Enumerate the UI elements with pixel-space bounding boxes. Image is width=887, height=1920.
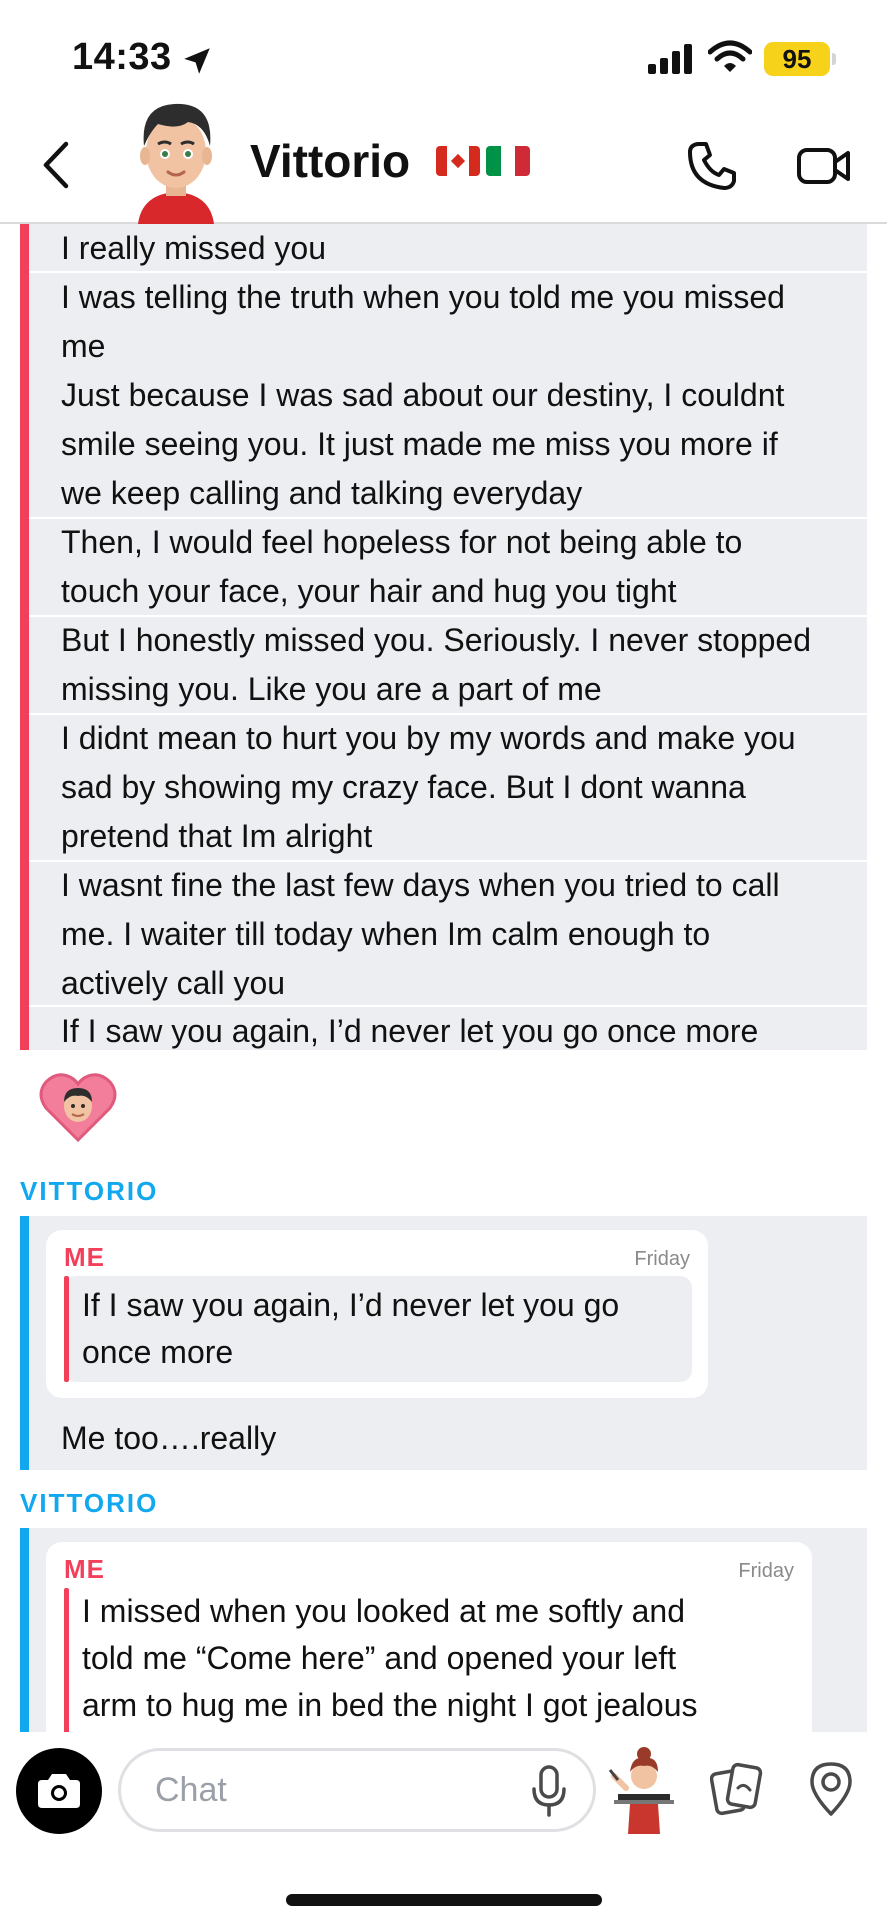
message-line: me. I waiter till today when Im calm eno… — [61, 916, 711, 952]
chat-header: Vittorio — [0, 90, 887, 224]
battery-level: 95 — [782, 44, 812, 74]
message-line: But I honestly missed you. Seriously. I … — [61, 622, 812, 658]
quote-day: Friday — [634, 1248, 690, 1270]
message-line: If I saw you again, I’d never let you go… — [61, 1013, 759, 1049]
chat-area[interactable]: I really missed you I was telling the tr… — [0, 224, 887, 1732]
wifi-icon — [708, 40, 752, 72]
message-line: me — [61, 328, 106, 364]
italy-flag-icon — [486, 146, 530, 176]
message-line: touch your face, your hair and hug you t… — [61, 573, 677, 609]
contact-name[interactable]: Vittorio — [250, 134, 410, 188]
location-arrow-icon — [184, 48, 210, 74]
sender-bar-vittorio — [20, 1528, 29, 1732]
quote-bar — [64, 1588, 69, 1732]
back-icon[interactable] — [38, 140, 74, 190]
quoted-message[interactable]: ME Friday If I saw you again, I’d never … — [46, 1230, 708, 1398]
bottom-bar: Chat — [0, 1732, 887, 1920]
message-line: smile seeing you. It just made me miss y… — [61, 426, 778, 462]
sender-label: VITTORIO — [20, 1488, 159, 1518]
message-line: Just because I was sad about our destiny… — [61, 377, 785, 413]
quote-body: I missed when you looked at me softly an… — [64, 1588, 794, 1732]
message-line: actively call you — [61, 965, 286, 1001]
message-line: missing you. Like you are a part of me — [61, 671, 602, 707]
signal-icon — [648, 44, 692, 74]
video-icon[interactable] — [796, 144, 852, 188]
heart-bitmoji-icon[interactable] — [38, 1068, 118, 1144]
message-line: I wasnt fine the last few days when you … — [61, 867, 780, 903]
message-line: I was telling the truth when you told me… — [61, 279, 785, 315]
home-indicator[interactable] — [286, 1894, 602, 1906]
quote-line: I missed when you looked at me softly an… — [82, 1593, 685, 1629]
quote-sender: ME — [64, 1554, 105, 1584]
message-group-vittorio: ME Friday If I saw you again, I’d never … — [20, 1216, 867, 1470]
cards-icon[interactable] — [710, 1760, 764, 1818]
avatar[interactable] — [128, 94, 224, 224]
message-text: Me too….really — [61, 1420, 277, 1456]
phone-icon[interactable] — [686, 140, 738, 192]
quote-body: If I saw you again, I’d never let you go… — [64, 1276, 692, 1382]
battery-nub — [832, 53, 836, 65]
chat-input[interactable]: Chat — [118, 1748, 596, 1832]
battery-icon: 95 — [764, 42, 830, 76]
message-line: I really missed you — [61, 230, 326, 266]
quote-day: Friday — [738, 1560, 794, 1582]
map-pin-icon[interactable] — [808, 1760, 854, 1818]
camera-icon — [38, 1774, 80, 1808]
quote-bar — [64, 1276, 69, 1382]
message-line: I didnt mean to hurt you by my words and… — [61, 720, 796, 756]
flags — [436, 146, 530, 176]
chat-placeholder: Chat — [155, 1771, 227, 1809]
quote-line: told me “Come here” and opened your left — [82, 1640, 677, 1676]
camera-button[interactable] — [16, 1748, 102, 1834]
quote-sender: ME — [64, 1242, 105, 1272]
sender-bar-me — [20, 224, 29, 1050]
quote-line: arm to hug me in bed the night I got jea… — [82, 1687, 698, 1723]
message-line: Then, I would feel hopeless for not bein… — [61, 524, 743, 560]
sender-label: VITTORIO — [20, 1176, 159, 1206]
sender-bar-vittorio — [20, 1216, 29, 1470]
message-line: sad by showing my crazy face. But I dont… — [61, 769, 746, 805]
quote-line: once more — [82, 1334, 234, 1370]
bitmoji-icon[interactable] — [608, 1742, 680, 1834]
message-line: pretend that Im alright — [61, 818, 373, 854]
quote-line: If I saw you again, I’d never let you go — [82, 1287, 620, 1323]
mic-icon[interactable] — [529, 1763, 569, 1819]
canada-flag-icon — [436, 146, 480, 176]
message-line: we keep calling and talking everyday — [61, 475, 583, 511]
message-group-vittorio: ME Friday I missed when you looked at me… — [20, 1528, 867, 1732]
quoted-message[interactable]: ME Friday I missed when you looked at me… — [46, 1542, 812, 1732]
message-group-me: I really missed you I was telling the tr… — [20, 224, 867, 1050]
status-time: 14:33 — [72, 36, 172, 78]
